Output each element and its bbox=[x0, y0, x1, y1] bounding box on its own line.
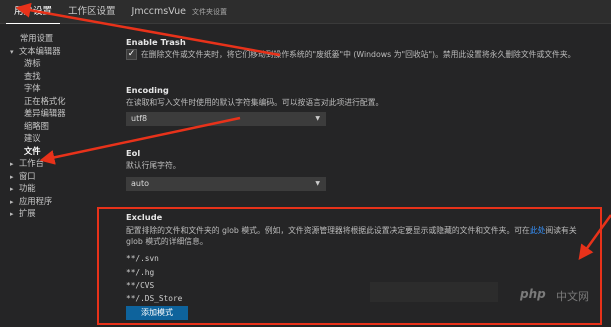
settings-toc-sidebar: 常用设置 ▾ 文本编辑器 游标 查找 字体 正在格式化 差异编辑器 缩略图 建议 … bbox=[0, 24, 112, 327]
watermark-text: 中文网 bbox=[556, 290, 589, 303]
setting-desc-eol: 默认行尾字符。 bbox=[126, 161, 181, 170]
add-pattern-button[interactable]: 添加模式 bbox=[126, 306, 188, 320]
sidebar-item-label: 扩展 bbox=[19, 208, 36, 218]
chevron-down-icon: ▼ bbox=[315, 180, 320, 187]
sidebar-item-label: 应用程序 bbox=[19, 195, 53, 206]
sidebar-item-diff-editor[interactable]: 差异编辑器 bbox=[0, 107, 112, 120]
sidebar-item-features[interactable]: ▸ 功能 bbox=[0, 182, 112, 195]
watermark-logo: php bbox=[520, 287, 546, 301]
exclude-docs-link[interactable]: 此处 bbox=[530, 226, 546, 235]
sidebar-item-font[interactable]: 字体 bbox=[0, 82, 112, 95]
sidebar-item-extensions[interactable]: ▸ 扩展 bbox=[0, 207, 112, 220]
setting-desc-exclude-line2: glob 模式的详细信息。 bbox=[126, 237, 208, 246]
sidebar-item-formatting[interactable]: 正在格式化 bbox=[0, 95, 112, 108]
encoding-select[interactable]: utf8 ▼ bbox=[126, 112, 326, 126]
eol-select[interactable]: auto ▼ bbox=[126, 177, 326, 191]
setting-title-enable-trash: Enable Trash bbox=[126, 37, 186, 47]
exclude-pattern-item[interactable]: **/.DS_Store bbox=[126, 294, 182, 303]
setting-title-exclude: Exclude bbox=[126, 212, 163, 222]
sidebar-item-label: 工作台 bbox=[19, 158, 44, 168]
chevron-right-icon: ▸ bbox=[10, 185, 14, 193]
eol-value: auto bbox=[131, 179, 150, 188]
chevron-down-icon: ▾ bbox=[10, 47, 14, 56]
setting-desc-encoding: 在读取和写入文件时使用的默认字符集编码。可以按语言对此项进行配置。 bbox=[126, 98, 384, 107]
tab-workspace-settings[interactable]: 工作区设置 bbox=[60, 0, 124, 24]
sidebar-item-window[interactable]: ▸ 窗口 bbox=[0, 170, 112, 183]
folder-settings-label: 文件夹设置 bbox=[191, 7, 227, 16]
folder-name: JmccmsVue bbox=[131, 5, 186, 17]
setting-desc-enable-trash: 在删除文件或文件夹时，将它们移动到操作系统的"废纸篓"中 (Windows 为"… bbox=[141, 50, 576, 59]
sidebar-item-files[interactable]: 文件 bbox=[0, 145, 112, 158]
settings-tab-bar: 用户设置 工作区设置 JmccmsVue 文件夹设置 bbox=[0, 0, 611, 24]
sidebar-item-label: 功能 bbox=[19, 183, 36, 193]
exclude-pattern-item[interactable]: **/.hg bbox=[126, 268, 154, 277]
exclude-pattern-item[interactable]: **/.svn bbox=[126, 254, 159, 263]
exclude-desc-text: 配置排除的文件和文件夹的 glob 模式。例如，文件资源管理器将根据此设置决定要… bbox=[126, 226, 530, 235]
sidebar-item-common[interactable]: 常用设置 bbox=[0, 32, 112, 45]
watermark-background bbox=[370, 282, 498, 302]
chevron-right-icon: ▸ bbox=[10, 160, 14, 168]
chevron-right-icon: ▸ bbox=[10, 210, 14, 218]
sidebar-item-suggestions[interactable]: 建议 bbox=[0, 132, 112, 145]
exclude-pattern-item[interactable]: **/CVS bbox=[126, 281, 154, 290]
exclude-desc-text-cont: 阅读有关 bbox=[545, 226, 577, 235]
setting-title-eol: Eol bbox=[126, 148, 141, 158]
chevron-down-icon: ▼ bbox=[315, 115, 320, 122]
sidebar-item-label: 文本编辑器 bbox=[19, 45, 61, 56]
sidebar-item-text-editor[interactable]: ▾ 文本编辑器 bbox=[0, 45, 112, 58]
sidebar-item-cursor[interactable]: 游标 bbox=[0, 57, 112, 70]
sidebar-item-minimap[interactable]: 缩略图 bbox=[0, 120, 112, 133]
encoding-value: utf8 bbox=[131, 114, 148, 123]
sidebar-item-application[interactable]: ▸ 应用程序 bbox=[0, 195, 112, 208]
enable-trash-checkbox[interactable]: ✓ bbox=[126, 49, 137, 60]
tab-user-settings[interactable]: 用户设置 bbox=[6, 0, 61, 24]
setting-title-encoding: Encoding bbox=[126, 85, 169, 95]
sidebar-item-workbench[interactable]: ▸ 工作台 bbox=[0, 157, 112, 170]
sidebar-item-find[interactable]: 查找 bbox=[0, 70, 112, 83]
sidebar-item-label: 窗口 bbox=[19, 170, 36, 181]
setting-desc-exclude: 配置排除的文件和文件夹的 glob 模式。例如，文件资源管理器将根据此设置决定要… bbox=[126, 225, 577, 236]
tab-folder-settings[interactable]: JmccmsVue 文件夹设置 bbox=[124, 0, 235, 24]
